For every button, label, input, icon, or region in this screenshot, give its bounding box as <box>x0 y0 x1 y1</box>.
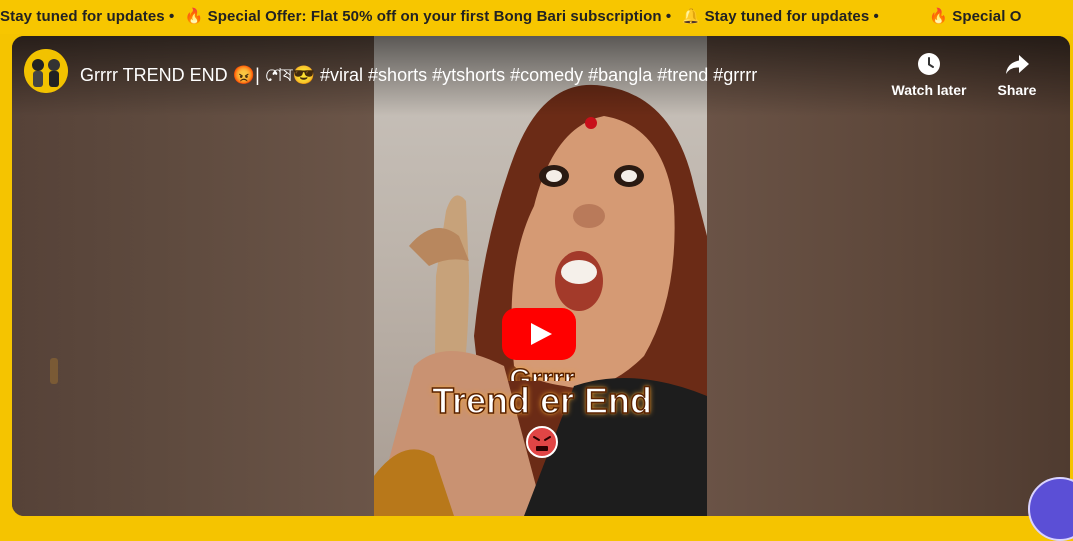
share-label: Share <box>997 82 1037 98</box>
ticker-item: 🔥 Special Offer: Flat 50% off on your fi… <box>184 8 672 25</box>
door-hinge <box>50 358 58 384</box>
ticker-track: Stay tuned for updates • 🔥 Special Offer… <box>0 7 1028 25</box>
ticker-item: 🔥 Special O <box>929 8 1022 25</box>
announcement-ticker: Stay tuned for updates • 🔥 Special Offer… <box>0 0 1073 34</box>
youtube-embed-player[interactable]: Grrrr TREND END 😡| শেষ😎 #viral #shorts #… <box>12 36 1070 516</box>
share-button[interactable]: Share <box>977 52 1057 98</box>
caption-line-1: Grrrr <box>509 362 576 381</box>
video-title-link[interactable]: Grrrr TREND END 😡| শেষ😎 #viral #shorts #… <box>80 61 757 92</box>
play-button[interactable] <box>502 308 576 360</box>
caption-line-2: Trend er End <box>431 380 653 422</box>
clock-icon <box>918 53 940 75</box>
angry-face-icon <box>526 426 558 458</box>
channel-avatar[interactable] <box>24 49 68 93</box>
watch-later-button[interactable]: Watch later <box>889 52 969 98</box>
channel-logo-icon <box>24 49 68 93</box>
share-arrow-icon <box>1006 55 1029 74</box>
ticker-item: 🔔 Stay tuned for updates • <box>681 8 879 25</box>
video-caption-overlay: Grrrr Trend er End <box>424 362 660 459</box>
watch-later-label: Watch later <box>891 82 967 98</box>
ticker-item: Stay tuned for updates • <box>0 8 175 25</box>
